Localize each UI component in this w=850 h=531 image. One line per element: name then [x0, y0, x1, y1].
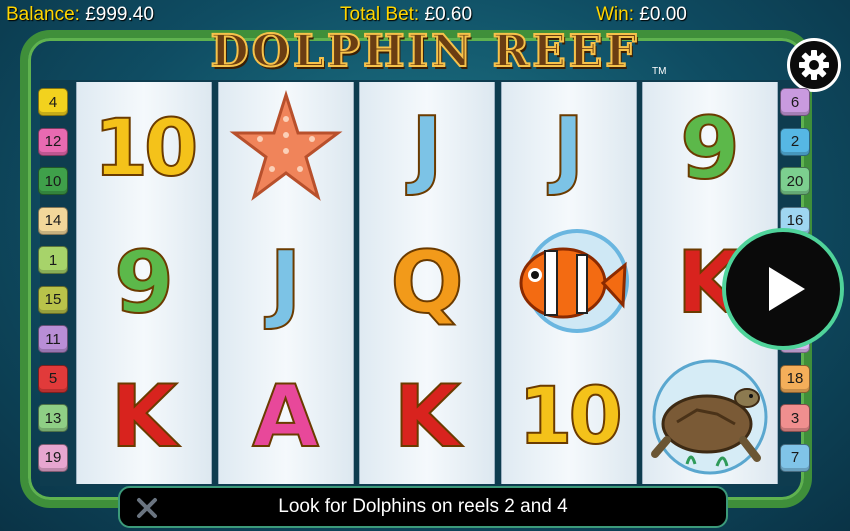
symbol-card: K — [360, 350, 494, 484]
payline-marker-left[interactable]: 15 — [38, 285, 68, 314]
reel-2: JA — [217, 82, 354, 484]
payline-marker-right[interactable]: 20 — [780, 167, 810, 195]
symbol-label: 10 — [517, 372, 624, 462]
symbol-label: 10 — [93, 104, 200, 194]
symbol-label: A — [251, 367, 320, 467]
payline-marker-left[interactable]: 19 — [38, 443, 68, 472]
payline-marker-left[interactable]: 12 — [38, 127, 68, 156]
reel-1: 10 9 K — [76, 82, 212, 484]
payline-marker-right[interactable]: 7 — [780, 443, 810, 472]
spin-button[interactable] — [722, 228, 844, 350]
payline-marker-left[interactable]: 1 — [38, 246, 68, 274]
win-value: £0.00 — [639, 4, 687, 25]
symbol-label: Q — [389, 233, 464, 333]
payline-marker-left[interactable]: 5 — [38, 364, 68, 393]
symbol-label: J — [269, 233, 303, 333]
payline-marker-left[interactable]: 14 — [38, 206, 68, 235]
payline-marker-left[interactable]: 10 — [38, 167, 68, 195]
settings-button[interactable] — [787, 38, 841, 92]
starfish-icon — [229, 90, 342, 201]
game-logo-title: Dolphin Reef — [180, 25, 670, 80]
message-bar: Look for Dolphins on reels 2 and 4 — [118, 486, 728, 528]
total-bet-display: Total Bet: £0.60 — [340, 4, 472, 26]
symbol-card: Q — [360, 216, 494, 350]
turtle-icon — [651, 359, 768, 475]
symbol-starfish — [219, 82, 353, 216]
symbol-card: 10 — [502, 350, 636, 484]
payline-marker-right[interactable]: 3 — [780, 404, 810, 432]
gear-icon — [799, 50, 829, 80]
clownfish-icon — [519, 229, 629, 333]
payline-marker-right[interactable]: 2 — [780, 127, 810, 156]
symbol-card: A — [219, 350, 353, 484]
balance-label: Balance: — [6, 4, 80, 25]
win-label: Win: — [596, 4, 634, 25]
symbol-card: J — [219, 216, 353, 350]
win-display: Win: £0.00 — [596, 4, 687, 26]
symbol-clownfish — [502, 216, 636, 350]
total-bet-label: Total Bet: — [340, 4, 420, 25]
symbol-card: 9 — [77, 216, 211, 350]
symbol-label: J — [552, 99, 586, 199]
reel-3: JQK — [359, 82, 495, 484]
payline-markers-left: 4 12 10 14 1 15 11 5 13 19 — [38, 88, 68, 483]
payline-marker-right[interactable]: 6 — [780, 88, 810, 116]
symbol-card: K — [77, 350, 211, 484]
total-bet-value: £0.60 — [424, 4, 473, 25]
balance-display: Balance: £999.40 — [6, 4, 154, 26]
game-title-text: Dolphin Reef — [209, 25, 640, 78]
symbol-card: J — [502, 82, 636, 216]
message-text: Look for Dolphins on reels 2 and 4 — [278, 496, 568, 517]
symbol-label: K — [110, 367, 179, 467]
payline-marker-left[interactable]: 11 — [38, 325, 68, 353]
symbol-label: 9 — [679, 99, 741, 199]
symbol-turtle — [643, 350, 777, 484]
reel-4: J 10 — [500, 82, 637, 484]
symbol-card: 9 — [643, 82, 777, 216]
symbol-label: J — [410, 99, 444, 199]
balance-value: £999.40 — [85, 4, 154, 25]
play-icon — [769, 267, 805, 311]
trademark-mark: TM — [652, 66, 667, 77]
payline-marker-left[interactable]: 4 — [38, 88, 68, 116]
payline-marker-left[interactable]: 13 — [38, 404, 68, 432]
symbol-card: 10 — [77, 82, 211, 216]
reel-grid: 10 9 K JAJQKJ 10 9 K — [76, 82, 778, 484]
symbol-label: K — [393, 367, 462, 467]
payline-marker-right[interactable]: 18 — [780, 364, 810, 393]
symbol-card: J — [360, 82, 494, 216]
symbol-label: 9 — [113, 233, 175, 333]
